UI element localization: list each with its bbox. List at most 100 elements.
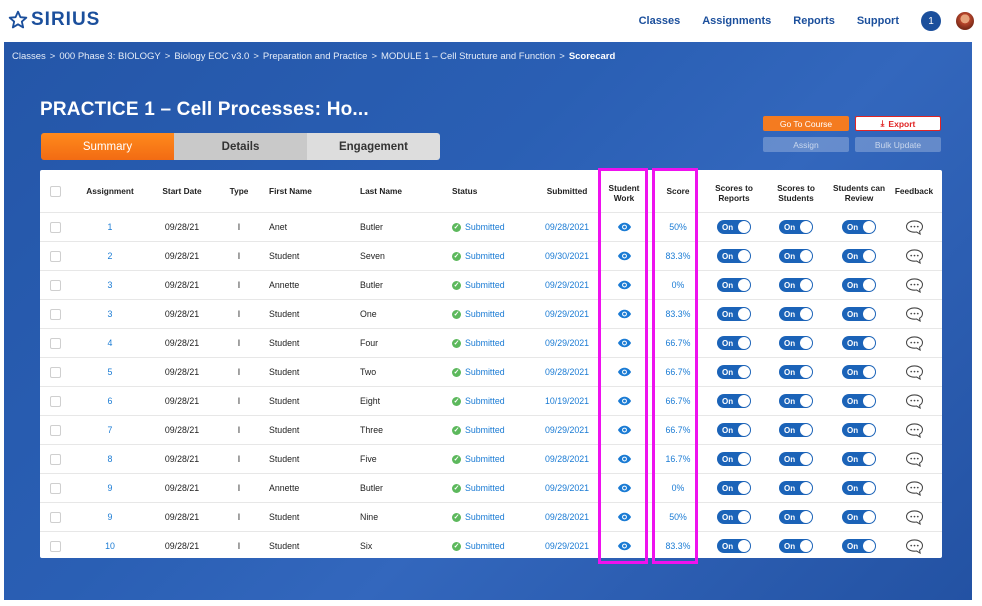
- scores-to-students-toggle[interactable]: On: [779, 278, 813, 292]
- submitted-date[interactable]: 09/30/2021: [536, 242, 598, 270]
- nav-assignments[interactable]: Assignments: [702, 15, 771, 27]
- scores-to-students-toggle[interactable]: On: [779, 220, 813, 234]
- table-row[interactable]: 9 09/28/21 I Annette Butler ✓ Submitted 0…: [40, 473, 942, 502]
- col-start-date[interactable]: Start Date: [152, 170, 212, 212]
- row-checkbox[interactable]: [49, 511, 61, 523]
- nav-classes[interactable]: Classes: [639, 15, 681, 27]
- col-scores-to-students[interactable]: Scores to Students: [767, 170, 825, 212]
- score[interactable]: 83.3%: [656, 242, 700, 270]
- score[interactable]: 0%: [656, 474, 700, 502]
- score[interactable]: 50%: [656, 213, 700, 241]
- select-all-checkbox[interactable]: [49, 185, 61, 197]
- notification-badge[interactable]: 1: [921, 11, 941, 31]
- chat-bubble-icon[interactable]: [905, 480, 924, 496]
- eye-icon[interactable]: [617, 338, 632, 348]
- students-can-review-toggle[interactable]: On: [842, 220, 876, 234]
- assignment-number[interactable]: 4: [78, 329, 142, 357]
- tab-summary[interactable]: Summary: [41, 133, 174, 160]
- scores-to-students-toggle[interactable]: On: [779, 336, 813, 350]
- score[interactable]: 66.7%: [656, 387, 700, 415]
- students-can-review-toggle[interactable]: On: [842, 249, 876, 263]
- score[interactable]: 16.7%: [656, 445, 700, 473]
- chat-bubble-icon[interactable]: [905, 422, 924, 438]
- table-row[interactable]: 1 09/28/21 I Anet Butler ✓ Submitted 09/2…: [40, 212, 942, 241]
- students-can-review-toggle[interactable]: On: [842, 539, 876, 553]
- students-can-review-toggle[interactable]: On: [842, 510, 876, 524]
- crumb-unit[interactable]: Preparation and Practice: [263, 51, 368, 62]
- table-row[interactable]: 3 09/28/21 I Annette Butler ✓ Submitted 0…: [40, 270, 942, 299]
- chat-bubble-icon[interactable]: [905, 335, 924, 351]
- eye-icon[interactable]: [617, 367, 632, 377]
- chat-bubble-icon[interactable]: [905, 306, 924, 322]
- eye-icon[interactable]: [617, 512, 632, 522]
- row-checkbox[interactable]: [49, 337, 61, 349]
- submitted-date[interactable]: 09/28/2021: [536, 503, 598, 531]
- scores-to-students-toggle[interactable]: On: [779, 481, 813, 495]
- submitted-date[interactable]: 09/28/2021: [536, 213, 598, 241]
- score[interactable]: 66.7%: [656, 358, 700, 386]
- assignment-number[interactable]: 5: [78, 358, 142, 386]
- score[interactable]: 66.7%: [656, 329, 700, 357]
- students-can-review-toggle[interactable]: On: [842, 452, 876, 466]
- students-can-review-toggle[interactable]: On: [842, 394, 876, 408]
- scores-to-students-toggle[interactable]: On: [779, 510, 813, 524]
- submitted-date[interactable]: 09/29/2021: [536, 416, 598, 444]
- assignment-number[interactable]: 3: [78, 271, 142, 299]
- row-checkbox[interactable]: [49, 395, 61, 407]
- export-button[interactable]: ⤓ Export: [855, 116, 941, 131]
- scores-to-reports-toggle[interactable]: On: [717, 307, 751, 321]
- submitted-date[interactable]: 09/29/2021: [536, 474, 598, 502]
- table-row[interactable]: 10 09/28/21 I Student Six ✓ Submitted 09/…: [40, 531, 942, 560]
- scores-to-students-toggle[interactable]: On: [779, 365, 813, 379]
- scores-to-reports-toggle[interactable]: On: [717, 394, 751, 408]
- scores-to-reports-toggle[interactable]: On: [717, 336, 751, 350]
- go-to-course-button[interactable]: Go To Course: [763, 116, 849, 131]
- assignment-number[interactable]: 9: [78, 503, 142, 531]
- tab-engagement[interactable]: Engagement: [307, 133, 440, 160]
- chat-bubble-icon[interactable]: [905, 538, 924, 554]
- scores-to-students-toggle[interactable]: On: [779, 423, 813, 437]
- eye-icon[interactable]: [617, 251, 632, 261]
- submitted-date[interactable]: 09/29/2021: [536, 329, 598, 357]
- students-can-review-toggle[interactable]: On: [842, 307, 876, 321]
- col-first-name[interactable]: First Name: [269, 170, 349, 212]
- chat-bubble-icon[interactable]: [905, 219, 924, 235]
- chat-bubble-icon[interactable]: [905, 393, 924, 409]
- students-can-review-toggle[interactable]: On: [842, 336, 876, 350]
- assignment-number[interactable]: 8: [78, 445, 142, 473]
- table-row[interactable]: 9 09/28/21 I Student Nine ✓ Submitted 09/…: [40, 502, 942, 531]
- assign-button[interactable]: Assign: [763, 137, 849, 152]
- assignment-number[interactable]: 3: [78, 300, 142, 328]
- col-scores-to-reports[interactable]: Scores to Reports: [706, 170, 762, 212]
- scores-to-reports-toggle[interactable]: On: [717, 220, 751, 234]
- assignment-number[interactable]: 6: [78, 387, 142, 415]
- col-last-name[interactable]: Last Name: [360, 170, 440, 212]
- chat-bubble-icon[interactable]: [905, 451, 924, 467]
- row-checkbox[interactable]: [49, 453, 61, 465]
- row-checkbox[interactable]: [49, 279, 61, 291]
- crumb-classes[interactable]: Classes: [12, 51, 46, 62]
- table-row[interactable]: 6 09/28/21 I Student Eight ✓ Submitted 10…: [40, 386, 942, 415]
- crumb-course[interactable]: Biology EOC v3.0: [174, 51, 249, 62]
- eye-icon[interactable]: [617, 425, 632, 435]
- tab-details[interactable]: Details: [174, 133, 307, 160]
- col-submitted[interactable]: Submitted: [536, 170, 598, 212]
- score[interactable]: 0%: [656, 271, 700, 299]
- chat-bubble-icon[interactable]: [905, 248, 924, 264]
- eye-icon[interactable]: [617, 483, 632, 493]
- row-checkbox[interactable]: [49, 250, 61, 262]
- submitted-date[interactable]: 09/28/2021: [536, 445, 598, 473]
- submitted-date[interactable]: 10/19/2021: [536, 387, 598, 415]
- table-row[interactable]: 4 09/28/21 I Student Four ✓ Submitted 09/…: [40, 328, 942, 357]
- col-feedback[interactable]: Feedback: [891, 170, 937, 212]
- col-status[interactable]: Status: [452, 170, 522, 212]
- col-assignment[interactable]: Assignment: [78, 170, 142, 212]
- user-avatar[interactable]: [956, 12, 974, 30]
- score[interactable]: 83.3%: [656, 300, 700, 328]
- row-checkbox[interactable]: [49, 540, 61, 552]
- eye-icon[interactable]: [617, 541, 632, 551]
- scores-to-students-toggle[interactable]: On: [779, 394, 813, 408]
- crumb-module[interactable]: MODULE 1 – Cell Structure and Function: [381, 51, 555, 62]
- score[interactable]: 66.7%: [656, 416, 700, 444]
- table-row[interactable]: 3 09/28/21 I Student One ✓ Submitted 09/2…: [40, 299, 942, 328]
